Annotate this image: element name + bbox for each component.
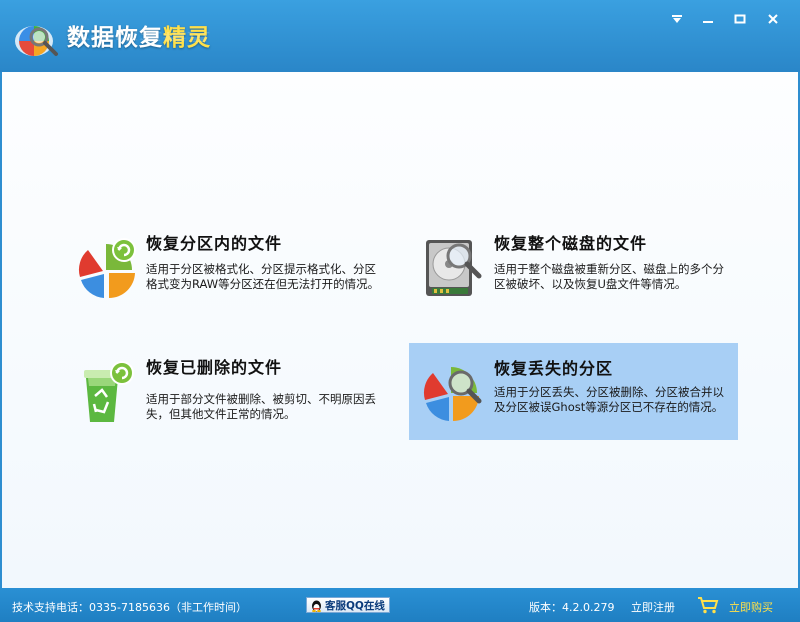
option-title: 恢复已删除的文件 [146, 358, 283, 377]
pie-chart-refresh-icon [78, 238, 136, 298]
close-button[interactable] [762, 9, 784, 29]
maximize-icon [734, 14, 746, 24]
option-description: 适用于分区被格式化、分区提示格式化、分区格式变为RAW等分区还在但无法打开的情况… [146, 262, 380, 291]
main-content: 恢复分区内的文件 适用于分区被格式化、分区提示格式化、分区格式变为RAW等分区还… [2, 72, 798, 588]
app-title-reflection: 数据恢复精灵 [67, 30, 211, 42]
hard-disk-search-icon [426, 240, 482, 296]
register-link[interactable]: 立即注册 [631, 599, 675, 615]
maximize-button[interactable] [729, 9, 751, 29]
version-text: 版本：4.2.0.279 [529, 601, 615, 614]
app-logo-icon [15, 26, 58, 56]
support-phone-text: 技术支持电话：0335-7185636（非工作时间） [12, 601, 247, 614]
qq-support-button[interactable]: 客服QQ在线 [306, 597, 390, 613]
option-title: 恢复丢失的分区 [494, 359, 614, 378]
cart-icon[interactable] [697, 596, 719, 614]
option-description: 适用于部分文件被删除、被剪切、不明原因丢失，但其他文件正常的情况。 [146, 392, 376, 421]
qq-penguin-icon [312, 600, 321, 612]
status-bar: 技术支持电话：0335-7185636（非工作时间） 客服QQ在线 版本：4.2… [0, 588, 800, 622]
recycle-bin-refresh-icon [84, 361, 134, 422]
close-icon [768, 14, 778, 24]
option-title: 恢复分区内的文件 [146, 234, 283, 253]
pie-chart-search-icon [423, 367, 482, 421]
option-title: 恢复整个磁盘的文件 [494, 234, 648, 253]
minimize-icon [703, 21, 713, 23]
option-recover-lost-partition[interactable]: 恢复丢失的分区 适用于分区丢失、分区被删除、分区被合并以及分区被误Ghost等源… [409, 343, 738, 440]
option-recover-deleted-files[interactable]: 恢复已删除的文件 适用于部分文件被删除、被剪切、不明原因丢失，但其他文件正常的情… [72, 344, 390, 442]
menu-button[interactable] [666, 9, 688, 29]
qq-support-label: 客服QQ在线 [325, 599, 385, 612]
menu-down-icon [672, 15, 682, 23]
option-recover-partition-files[interactable]: 恢复分区内的文件 适用于分区被格式化、分区提示格式化、分区格式变为RAW等分区还… [72, 220, 390, 312]
buy-now-link[interactable]: 立即购买 [729, 599, 773, 615]
option-description: 适用于整个磁盘被重新分区、磁盘上的多个分区被破坏、以及恢复U盘文件等情况。 [494, 262, 724, 291]
title-bar[interactable]: 数据恢复精灵 数据恢复精灵 [0, 0, 800, 72]
minimize-button[interactable] [697, 9, 719, 29]
option-recover-disk-files[interactable]: 恢复整个磁盘的文件 适用于整个磁盘被重新分区、磁盘上的多个分区被破坏、以及恢复U… [420, 220, 738, 312]
option-description: 适用于分区丢失、分区被删除、分区被合并以及分区被误Ghost等源分区已不存在的情… [494, 385, 724, 414]
